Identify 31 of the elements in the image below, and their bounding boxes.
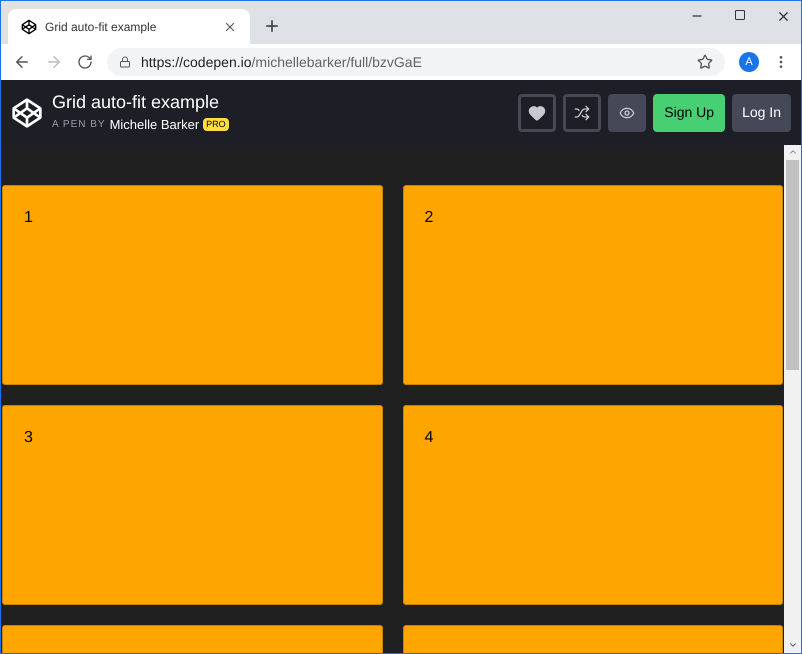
close-icon[interactable] (776, 9, 791, 24)
codepen-logo-icon (11, 96, 43, 128)
address-bar[interactable]: https://codepen.io/michellebarker/full/bzvGaE (107, 48, 725, 76)
card-number: 3 (24, 429, 33, 446)
scrollbar[interactable] (784, 145, 801, 653)
byline-label: A PEN BY (52, 118, 106, 132)
pen-title: Grid auto-fit example (52, 90, 220, 113)
heart-icon (528, 104, 546, 122)
card-number: 4 (424, 429, 434, 446)
back-icon[interactable] (13, 53, 31, 71)
reload-icon[interactable] (77, 54, 93, 70)
log-in-button[interactable]: Log In (732, 94, 791, 132)
profile-avatar[interactable]: A (739, 52, 759, 72)
pro-badge: PRO (203, 118, 229, 132)
sign-up-button[interactable]: Sign Up (653, 94, 726, 132)
card-number: 1 (24, 209, 33, 226)
lock-icon (119, 56, 131, 68)
codepen-logo-icon (21, 18, 37, 34)
url-text: https://codepen.io/michellebarker/full/bzvGaE (141, 52, 423, 72)
maximize-icon[interactable] (734, 9, 746, 21)
tab-title: Grid auto-fit example (45, 18, 158, 36)
author-link[interactable]: Michelle Barker (110, 114, 200, 134)
love-button[interactable] (518, 94, 556, 132)
new-tab-icon[interactable] (263, 17, 281, 35)
browser-tab[interactable]: Grid auto-fit example (8, 9, 250, 44)
scroll-thumb[interactable] (786, 160, 799, 370)
view-button[interactable] (608, 94, 646, 132)
bookmark-star-icon[interactable] (697, 54, 713, 70)
card-number: 2 (424, 209, 434, 226)
fork-button[interactable] (563, 94, 602, 132)
eye-icon (619, 104, 636, 120)
